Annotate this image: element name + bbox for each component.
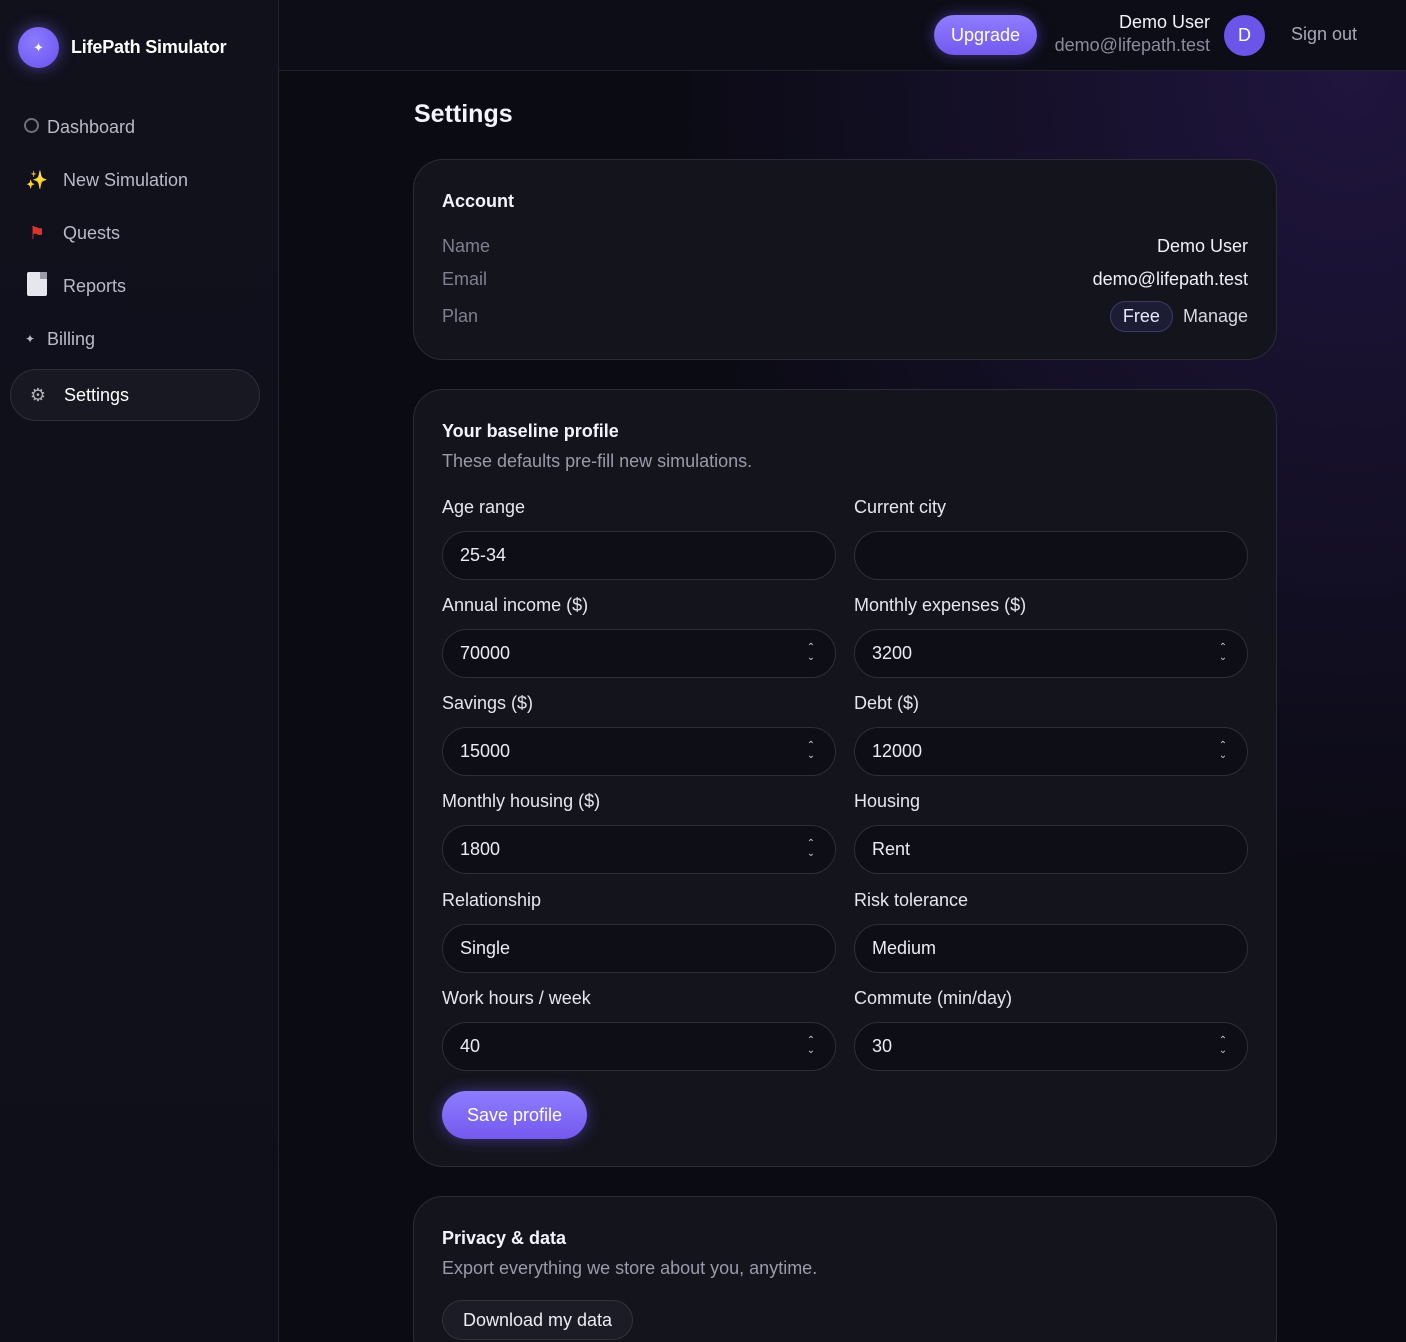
field-label: Monthly expenses ($) xyxy=(854,595,1027,615)
plan-label: Plan xyxy=(442,305,479,326)
field-label: Age range xyxy=(442,497,526,517)
monthly-housing-field: Monthly housing ($) 1800 ⌃ ⌄ xyxy=(442,791,836,874)
housing-field: Housing Rent xyxy=(854,791,1248,874)
avatar[interactable]: D xyxy=(1224,15,1265,56)
user-info: Demo User demo@lifepath.test xyxy=(1055,11,1210,56)
field-label: Commute (min/day) xyxy=(854,988,1013,1008)
name-value: Demo User xyxy=(1156,235,1248,256)
top-bar: Upgrade Demo User demo@lifepath.test D S… xyxy=(279,0,1406,71)
field-label: Relationship xyxy=(442,890,542,910)
current-city-input[interactable] xyxy=(854,531,1248,580)
save-profile-button[interactable]: Save profile xyxy=(442,1091,587,1139)
main-content: Settings Account Name Demo User Email de… xyxy=(279,71,1406,1342)
email-value: demo@lifepath.test xyxy=(1092,268,1248,289)
account-name-row: Name Demo User xyxy=(442,234,1248,258)
stepper-icon[interactable]: ⌃ ⌄ xyxy=(805,839,817,861)
field-label: Annual income ($) xyxy=(442,595,589,615)
monthly-housing-input[interactable]: 1800 ⌃ ⌄ xyxy=(442,825,836,874)
stepper-icon[interactable]: ⌃ ⌄ xyxy=(1217,741,1229,763)
user-name: Demo User xyxy=(1118,12,1210,32)
sidebar-item-label: New Simulation xyxy=(63,169,189,190)
account-title: Account xyxy=(442,191,514,211)
field-label: Work hours / week xyxy=(442,988,591,1008)
profile-subtitle: These defaults pre-fill new simulations. xyxy=(442,451,753,471)
field-label: Housing xyxy=(854,791,921,811)
risk-tolerance-input[interactable]: Medium xyxy=(854,924,1248,973)
download-data-button[interactable]: Download my data xyxy=(442,1300,633,1340)
privacy-subtitle: Export everything we store about you, an… xyxy=(442,1258,818,1278)
sidebar-item-dashboard[interactable]: Dashboard xyxy=(10,101,260,153)
age-range-field: Age range 25-34 xyxy=(442,497,836,580)
sidebar-nav: Dashboard ✨ New Simulation ⚑ Quests Repo… xyxy=(10,101,260,422)
sparkles-icon: ✨ xyxy=(25,169,49,190)
sign-out-button[interactable]: Sign out xyxy=(1291,24,1357,45)
age-range-input[interactable]: 25-34 xyxy=(442,531,836,580)
app-root: ✦ LifePath Simulator Dashboard ✨ New Sim… xyxy=(0,0,1406,1342)
brand-logo-icon: ✦ xyxy=(18,27,59,68)
privacy-card: Privacy & data Export everything we stor… xyxy=(413,1196,1277,1342)
field-label: Savings ($) xyxy=(442,693,534,713)
privacy-title: Privacy & data xyxy=(442,1228,567,1248)
gear-icon: ⚙ xyxy=(29,384,47,405)
debt-input[interactable]: 12000 ⌃ ⌄ xyxy=(854,727,1248,776)
brand[interactable]: ✦ LifePath Simulator xyxy=(18,27,227,68)
field-label: Debt ($) xyxy=(854,693,920,713)
document-icon xyxy=(24,271,50,301)
user-email: demo@lifepath.test xyxy=(1054,35,1210,55)
sidebar-item-label: Quests xyxy=(63,222,121,243)
annual-income-input[interactable]: 70000 ⌃ ⌄ xyxy=(442,629,836,678)
savings-input[interactable]: 15000 ⌃ ⌄ xyxy=(442,727,836,776)
account-card: Account Name Demo User Email demo@lifepa… xyxy=(413,159,1277,360)
work-hours-field: Work hours / week 40 ⌃ ⌄ xyxy=(442,988,836,1071)
sidebar-item-quests[interactable]: ⚑ Quests xyxy=(10,207,260,259)
field-label: Risk tolerance xyxy=(854,890,969,910)
debt-field: Debt ($) 12000 ⌃ ⌄ xyxy=(854,693,1248,776)
stepper-icon[interactable]: ⌃ ⌄ xyxy=(1217,1036,1229,1058)
sparkle-icon: ✦ xyxy=(24,332,36,346)
sidebar-item-label: Reports xyxy=(63,275,127,296)
email-label: Email xyxy=(442,268,488,289)
sidebar-item-reports[interactable]: Reports xyxy=(10,260,260,312)
relationship-field: Relationship Single xyxy=(442,890,836,973)
sidebar-item-billing[interactable]: ✦ Billing xyxy=(10,313,260,365)
baseline-profile-card: Your baseline profile These defaults pre… xyxy=(413,389,1277,1167)
name-label: Name xyxy=(442,235,491,256)
manage-plan-link[interactable]: Manage xyxy=(1183,306,1248,327)
account-email-row: Email demo@lifepath.test xyxy=(442,267,1248,291)
current-city-field: Current city xyxy=(854,497,1248,580)
housing-input[interactable]: Rent xyxy=(854,825,1248,874)
field-label: Current city xyxy=(854,497,947,517)
flag-icon: ⚑ xyxy=(28,222,46,243)
page-title: Settings xyxy=(414,100,513,128)
circle-icon xyxy=(24,118,39,136)
brand-name: LifePath Simulator xyxy=(71,37,227,57)
sidebar-item-label: Billing xyxy=(47,328,96,349)
stepper-icon[interactable]: ⌃ ⌄ xyxy=(805,741,817,763)
field-label: Monthly housing ($) xyxy=(442,791,601,811)
annual-income-field: Annual income ($) 70000 ⌃ ⌄ xyxy=(442,595,836,678)
sidebar: ✦ LifePath Simulator Dashboard ✨ New Sim… xyxy=(0,0,279,1342)
risk-tolerance-field: Risk tolerance Medium xyxy=(854,890,1248,973)
sidebar-item-settings[interactable]: ⚙ Settings xyxy=(10,369,260,421)
work-hours-input[interactable]: 40 ⌃ ⌄ xyxy=(442,1022,836,1071)
savings-field: Savings ($) 15000 ⌃ ⌄ xyxy=(442,693,836,776)
relationship-input[interactable]: Single xyxy=(442,924,836,973)
sidebar-item-label: Dashboard xyxy=(47,116,136,137)
sidebar-item-new-simulation[interactable]: ✨ New Simulation xyxy=(10,154,260,206)
upgrade-button[interactable]: Upgrade xyxy=(934,15,1037,55)
stepper-icon[interactable]: ⌃ ⌄ xyxy=(1217,643,1229,665)
monthly-expenses-input[interactable]: 3200 ⌃ ⌄ xyxy=(854,629,1248,678)
profile-title: Your baseline profile xyxy=(442,421,619,441)
account-plan-row: Plan Free Manage xyxy=(442,300,1248,332)
stepper-icon[interactable]: ⌃ ⌄ xyxy=(805,1036,817,1058)
commute-input[interactable]: 30 ⌃ ⌄ xyxy=(854,1022,1248,1071)
monthly-expenses-field: Monthly expenses ($) 3200 ⌃ ⌄ xyxy=(854,595,1248,678)
sidebar-item-label: Settings xyxy=(64,384,130,405)
stepper-icon[interactable]: ⌃ ⌄ xyxy=(805,643,817,665)
commute-field: Commute (min/day) 30 ⌃ ⌄ xyxy=(854,988,1248,1071)
plan-badge: Free xyxy=(1109,300,1173,332)
